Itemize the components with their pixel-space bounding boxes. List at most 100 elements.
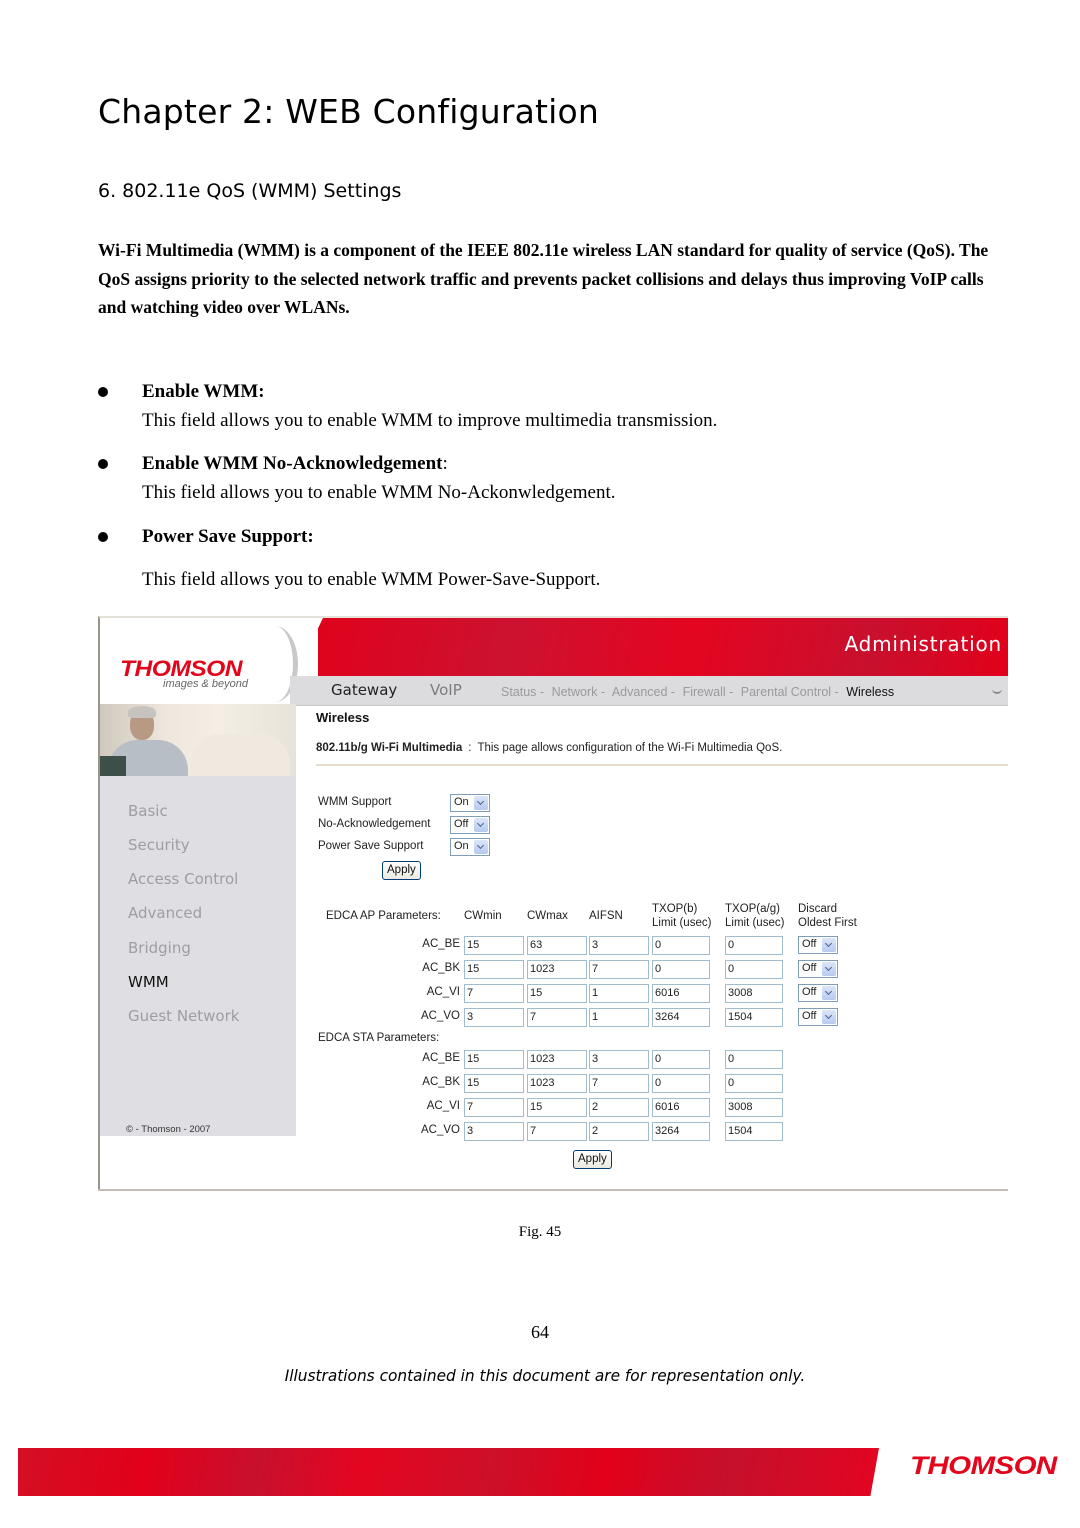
apply-edca-button[interactable]: Apply: [573, 1150, 612, 1169]
edca-sta-txop-ag-input[interactable]: 3008: [725, 1098, 783, 1117]
edca-ap-txop-b-input[interactable]: 0: [652, 960, 710, 979]
edca-ap-txop-b-input[interactable]: 6016: [652, 984, 710, 1003]
col-cwmax: CWmax: [527, 910, 568, 922]
bullet-icon: [98, 459, 108, 469]
col-discard: Discard: [798, 903, 837, 915]
nav-advanced[interactable]: Advanced -: [612, 685, 675, 699]
nav-wireless[interactable]: Wireless: [846, 685, 894, 699]
discard-oldest-select[interactable]: Off: [798, 936, 838, 954]
banner-title: Administration: [844, 632, 1002, 656]
section-title: 6. 802.11e QoS (WMM) Settings: [98, 180, 402, 202]
row-label-ac-be: AC_BE: [422, 938, 460, 950]
row-label-ac-vi: AC_VI: [426, 1100, 460, 1112]
footer-red-band: [18, 1448, 879, 1496]
edca-sta-cwmax-input[interactable]: 1023: [527, 1074, 587, 1093]
intro-paragraph: Wi-Fi Multimedia (WMM) is a component of…: [98, 240, 989, 317]
edca-sta-cwmax-input[interactable]: 7: [527, 1122, 587, 1141]
edca-sta-txop-b-input[interactable]: 0: [652, 1074, 710, 1093]
edca-ap-cwmin-input[interactable]: 3: [464, 1008, 524, 1027]
edca-sta-cwmin-input[interactable]: 3: [464, 1122, 524, 1141]
edca-sta-txop-b-input[interactable]: 3264: [652, 1122, 710, 1141]
sidebar-item-security[interactable]: Security: [128, 836, 190, 854]
col-txop-ag-unit: Limit (usec): [725, 917, 785, 929]
sub-navigation: Status - Network - Advanced - Firewall -…: [501, 685, 898, 699]
footer-thomson-logo: THOMSON: [910, 1452, 1057, 1480]
router-admin-screenshot: Administration THOMSON images & beyond G…: [98, 616, 1008, 1191]
edca-sta-cwmin-input[interactable]: 15: [464, 1050, 524, 1069]
edca-ap-cwmax-input[interactable]: 63: [527, 936, 587, 955]
edca-ap-cwmin-input[interactable]: 7: [464, 984, 524, 1003]
sidebar-item-access-control[interactable]: Access Control: [128, 870, 238, 888]
sidebar-item-wmm[interactable]: WMM: [128, 973, 169, 991]
edca-ap-aifsn-input[interactable]: 7: [589, 960, 649, 979]
edca-ap-txop-ag-input[interactable]: 1504: [725, 1008, 783, 1027]
row-label-ac-be: AC_BE: [422, 1052, 460, 1064]
edca-sta-aifsn-input[interactable]: 7: [589, 1074, 649, 1093]
chevron-down-icon: [822, 962, 836, 976]
row-label-ac-vo: AC_VO: [421, 1010, 460, 1022]
figure-bottom-border: [98, 1189, 1008, 1191]
top-navigation: Gateway VoIP Status - Network - Advanced…: [290, 676, 1008, 706]
nav-gateway[interactable]: Gateway: [331, 681, 397, 699]
edca-ap-cwmin-input[interactable]: 15: [464, 960, 524, 979]
edca-sta-cwmax-input[interactable]: 1023: [527, 1050, 587, 1069]
edca-ap-cwmax-input[interactable]: 7: [527, 1008, 587, 1027]
edca-ap-txop-b-input[interactable]: 3264: [652, 1008, 710, 1027]
edca-sta-cwmin-input[interactable]: 7: [464, 1098, 524, 1117]
logo-area: THOMSON images & beyond: [100, 618, 318, 704]
col-aifsn: AIFSN: [589, 910, 623, 922]
no-ack-label: No-Acknowledgement: [318, 818, 431, 830]
row-label-ac-vo: AC_VO: [421, 1124, 460, 1136]
nav-parental-control[interactable]: Parental Control -: [741, 685, 839, 699]
apply-button[interactable]: Apply: [382, 861, 421, 880]
col-txop-b-unit: Limit (usec): [652, 917, 712, 929]
edca-sta-aifsn-input[interactable]: 3: [589, 1050, 649, 1069]
chevron-down-icon: [822, 986, 836, 1000]
edca-sta-txop-ag-input[interactable]: 0: [725, 1074, 783, 1093]
bullet-description: This field allows you to enable WMM to i…: [142, 410, 718, 431]
edca-sta-cwmin-input[interactable]: 15: [464, 1074, 524, 1093]
edca-sta-aifsn-input[interactable]: 2: [589, 1122, 649, 1141]
bullet-label: Enable WMM No-Acknowledgement: [142, 453, 443, 474]
edca-ap-cwmax-input[interactable]: 15: [527, 984, 587, 1003]
chevron-down-icon: [822, 938, 836, 952]
discard-oldest-select[interactable]: Off: [798, 984, 838, 1002]
sidebar-item-advanced[interactable]: Advanced: [128, 904, 202, 922]
edca-sta-txop-b-input[interactable]: 6016: [652, 1098, 710, 1117]
disclaimer: Illustrations contained in this document…: [284, 1366, 806, 1385]
edca-ap-txop-ag-input[interactable]: 3008: [725, 984, 783, 1003]
chevron-down-icon: [822, 1010, 836, 1024]
edca-ap-txop-b-input[interactable]: 0: [652, 936, 710, 955]
row-label-ac-vi: AC_VI: [426, 986, 460, 998]
edca-ap-txop-ag-input[interactable]: 0: [725, 936, 783, 955]
nav-status[interactable]: Status -: [501, 685, 544, 699]
chevron-down-icon: [474, 796, 488, 810]
edca-sta-txop-b-input[interactable]: 0: [652, 1050, 710, 1069]
edca-ap-aifsn-input[interactable]: 1: [589, 1008, 649, 1027]
discard-oldest-select[interactable]: Off: [798, 1008, 838, 1026]
edca-ap-txop-ag-input[interactable]: 0: [725, 960, 783, 979]
edca-sta-txop-ag-input[interactable]: 1504: [725, 1122, 783, 1141]
nav-firewall[interactable]: Firewall -: [683, 685, 734, 699]
edca-sta-txop-ag-input[interactable]: 0: [725, 1050, 783, 1069]
sidebar-item-basic[interactable]: Basic: [128, 802, 168, 820]
copyright: © - Thomson - 2007: [126, 1124, 211, 1135]
sidebar-item-guest-network[interactable]: Guest Network: [128, 1007, 239, 1025]
wmm-support-select[interactable]: On: [450, 794, 490, 812]
no-ack-select[interactable]: Off: [450, 816, 490, 834]
discard-oldest-select[interactable]: Off: [798, 960, 838, 978]
row-label-ac-bk: AC_BK: [422, 1076, 460, 1088]
edca-sta-cwmax-input[interactable]: 15: [527, 1098, 587, 1117]
sidebar-item-bridging[interactable]: Bridging: [128, 939, 191, 957]
edca-ap-cwmin-input[interactable]: 15: [464, 936, 524, 955]
col-discard-sub: Oldest First: [798, 917, 857, 929]
col-txop-ag: TXOP(a/g): [725, 903, 780, 915]
edca-sta-aifsn-input[interactable]: 2: [589, 1098, 649, 1117]
edca-ap-cwmax-input[interactable]: 1023: [527, 960, 587, 979]
nav-network[interactable]: Network -: [552, 685, 605, 699]
bullet-label: Enable WMM:: [142, 381, 265, 402]
nav-voip[interactable]: VoIP: [430, 681, 462, 699]
edca-ap-aifsn-input[interactable]: 1: [589, 984, 649, 1003]
edca-ap-aifsn-input[interactable]: 3: [589, 936, 649, 955]
power-save-select[interactable]: On: [450, 838, 490, 856]
